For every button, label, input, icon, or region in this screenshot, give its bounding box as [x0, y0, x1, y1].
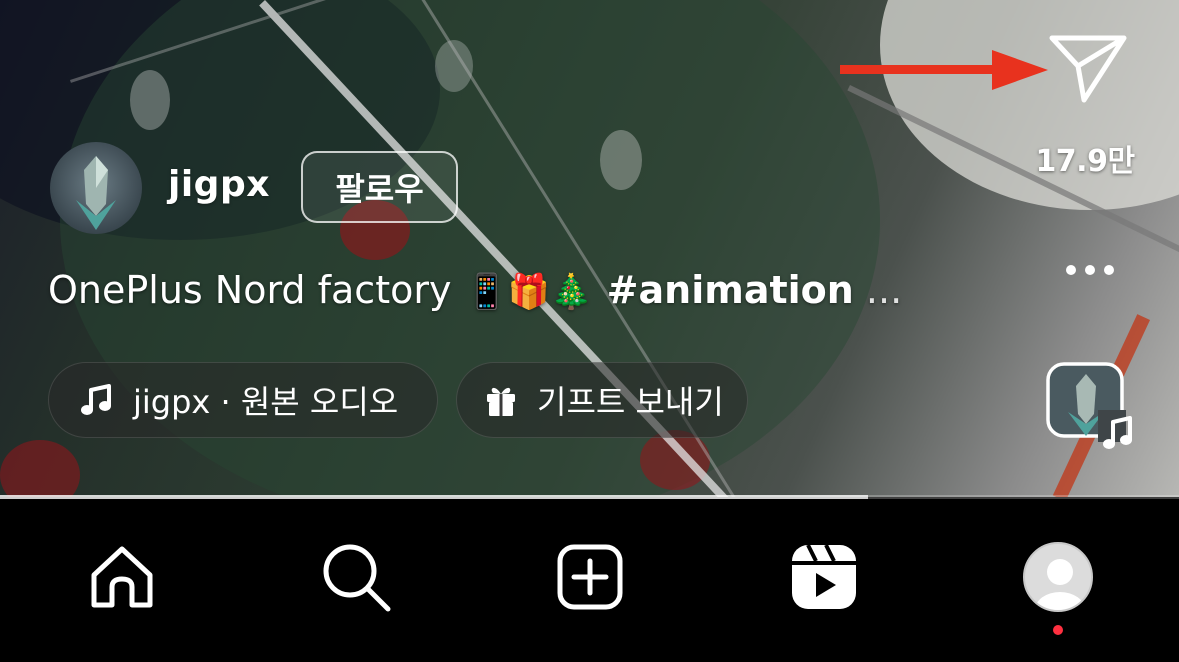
share-count: 17.9만 — [1035, 144, 1135, 179]
avatar-image — [76, 156, 116, 230]
gift-label: 기프트 보내기 — [537, 383, 724, 421]
music-note-icon — [1103, 416, 1132, 449]
search-icon — [323, 544, 391, 612]
username[interactable]: jigpx — [168, 164, 270, 205]
caption-more[interactable]: ... — [866, 268, 902, 312]
video-bg-shape — [130, 70, 170, 130]
tab-search[interactable] — [318, 539, 394, 615]
audio-pill[interactable]: jigpx · 원본 오디오 — [48, 362, 438, 438]
caption-text: OnePlus Nord factory — [48, 268, 452, 312]
tab-home[interactable] — [84, 539, 160, 615]
audio-label: jigpx · 원본 오디오 — [133, 383, 399, 421]
gift-pill[interactable]: 기프트 보내기 — [456, 362, 748, 438]
video-bg-shape — [600, 130, 642, 190]
plus-square-icon — [557, 544, 623, 610]
tab-create[interactable] — [552, 539, 628, 615]
gift-icon — [479, 378, 523, 422]
tab-profile[interactable] — [1020, 539, 1096, 615]
caption[interactable]: OnePlus Nord factory 📱🎁🎄 #animation ... — [48, 268, 902, 312]
paper-plane-icon — [1049, 35, 1127, 103]
caption-hashtag[interactable]: #animation — [607, 268, 854, 312]
avatar[interactable] — [50, 142, 142, 234]
video-bg-shape — [0, 440, 80, 497]
bottom-tab-bar — [0, 499, 1179, 662]
home-icon — [91, 546, 153, 608]
caption-emojis: 📱🎁🎄 — [465, 272, 593, 312]
audio-thumbnail[interactable] — [1046, 362, 1132, 449]
share-button[interactable] — [1044, 30, 1130, 106]
notification-dot — [1053, 625, 1063, 635]
profile-avatar-icon — [1023, 542, 1093, 612]
follow-button[interactable]: 팔로우 — [301, 151, 458, 223]
red-arrow-annotation — [840, 50, 1048, 90]
tab-reels[interactable] — [786, 539, 862, 615]
music-note-icon — [75, 378, 119, 422]
ellipsis-icon[interactable] — [1060, 250, 1120, 290]
reels-icon — [792, 544, 856, 609]
